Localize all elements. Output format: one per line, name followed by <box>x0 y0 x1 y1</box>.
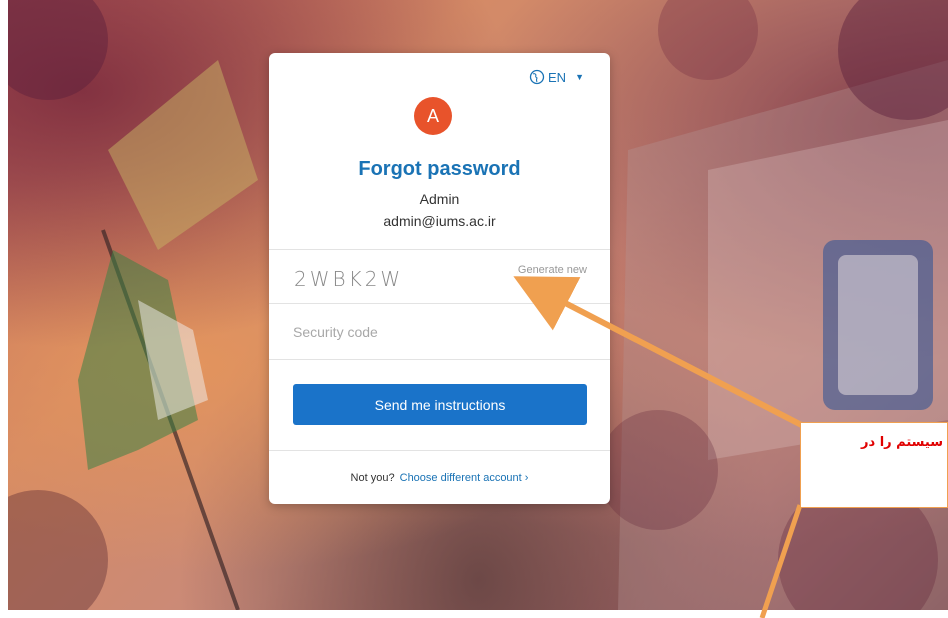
divider <box>269 359 610 360</box>
account-footer: Not you? Choose different account › <box>269 472 610 484</box>
language-selector[interactable]: EN ▼ <box>529 69 584 85</box>
divider <box>269 249 610 250</box>
annotation-callout: سیستم را در <box>800 422 948 508</box>
security-code-input[interactable] <box>291 316 591 348</box>
send-instructions-button[interactable]: Send me instructions <box>293 384 587 425</box>
captcha-image: 2WBK2W <box>294 267 404 291</box>
user-email: admin@iums.ac.ir <box>383 213 496 229</box>
chevron-down-icon: ▼ <box>575 72 584 82</box>
user-name: Admin <box>419 191 460 207</box>
globe-icon <box>529 69 545 85</box>
language-code: EN <box>548 69 567 85</box>
divider <box>269 450 610 451</box>
avatar: A <box>414 97 452 135</box>
generate-new-link[interactable]: Generate new <box>518 264 587 276</box>
divider <box>269 303 610 304</box>
page-title: Forgot password <box>358 158 521 180</box>
forgot-password-card: EN ▼ A Forgot password Admin admin@iums.… <box>269 53 610 504</box>
not-you-text: Not you? <box>350 472 395 484</box>
choose-different-account-link[interactable]: Choose different account › <box>400 472 529 484</box>
